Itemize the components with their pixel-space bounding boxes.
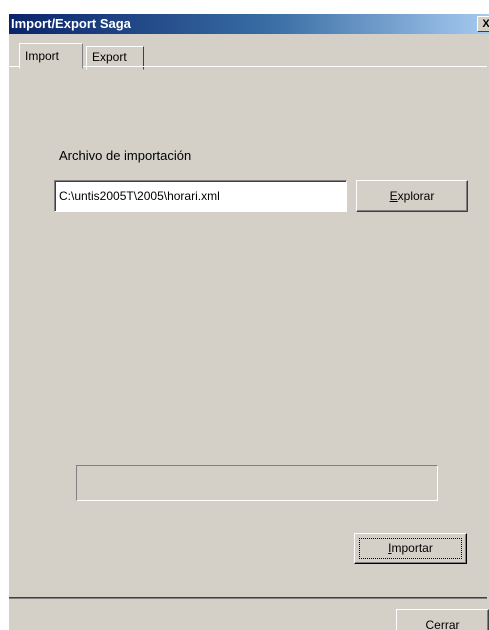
import-tab-panel bbox=[9, 66, 487, 598]
browse-mnemonic: E bbox=[389, 189, 398, 203]
title-bar[interactable]: Import/Export Saga X bbox=[9, 14, 489, 34]
close-button[interactable]: Cerrar bbox=[396, 609, 489, 630]
import-progress-bar bbox=[76, 465, 438, 501]
focus-rectangle bbox=[359, 538, 462, 559]
close-mnemonic: C bbox=[425, 618, 435, 630]
browse-label-rest: xplorar bbox=[397, 189, 435, 203]
tab-import[interactable]: Import bbox=[19, 43, 83, 69]
import-button[interactable]: Importar bbox=[354, 533, 467, 564]
import-file-path-input[interactable] bbox=[54, 180, 347, 212]
close-label-rest: errar bbox=[434, 618, 460, 630]
browse-button[interactable]: Explorar bbox=[356, 180, 468, 212]
import-export-dialog: Import/Export Saga X Import Export Archi… bbox=[9, 14, 489, 630]
window-title: Import/Export Saga bbox=[11, 16, 131, 31]
import-file-label: Archivo de importación bbox=[59, 148, 192, 163]
close-icon[interactable]: X bbox=[477, 16, 489, 32]
